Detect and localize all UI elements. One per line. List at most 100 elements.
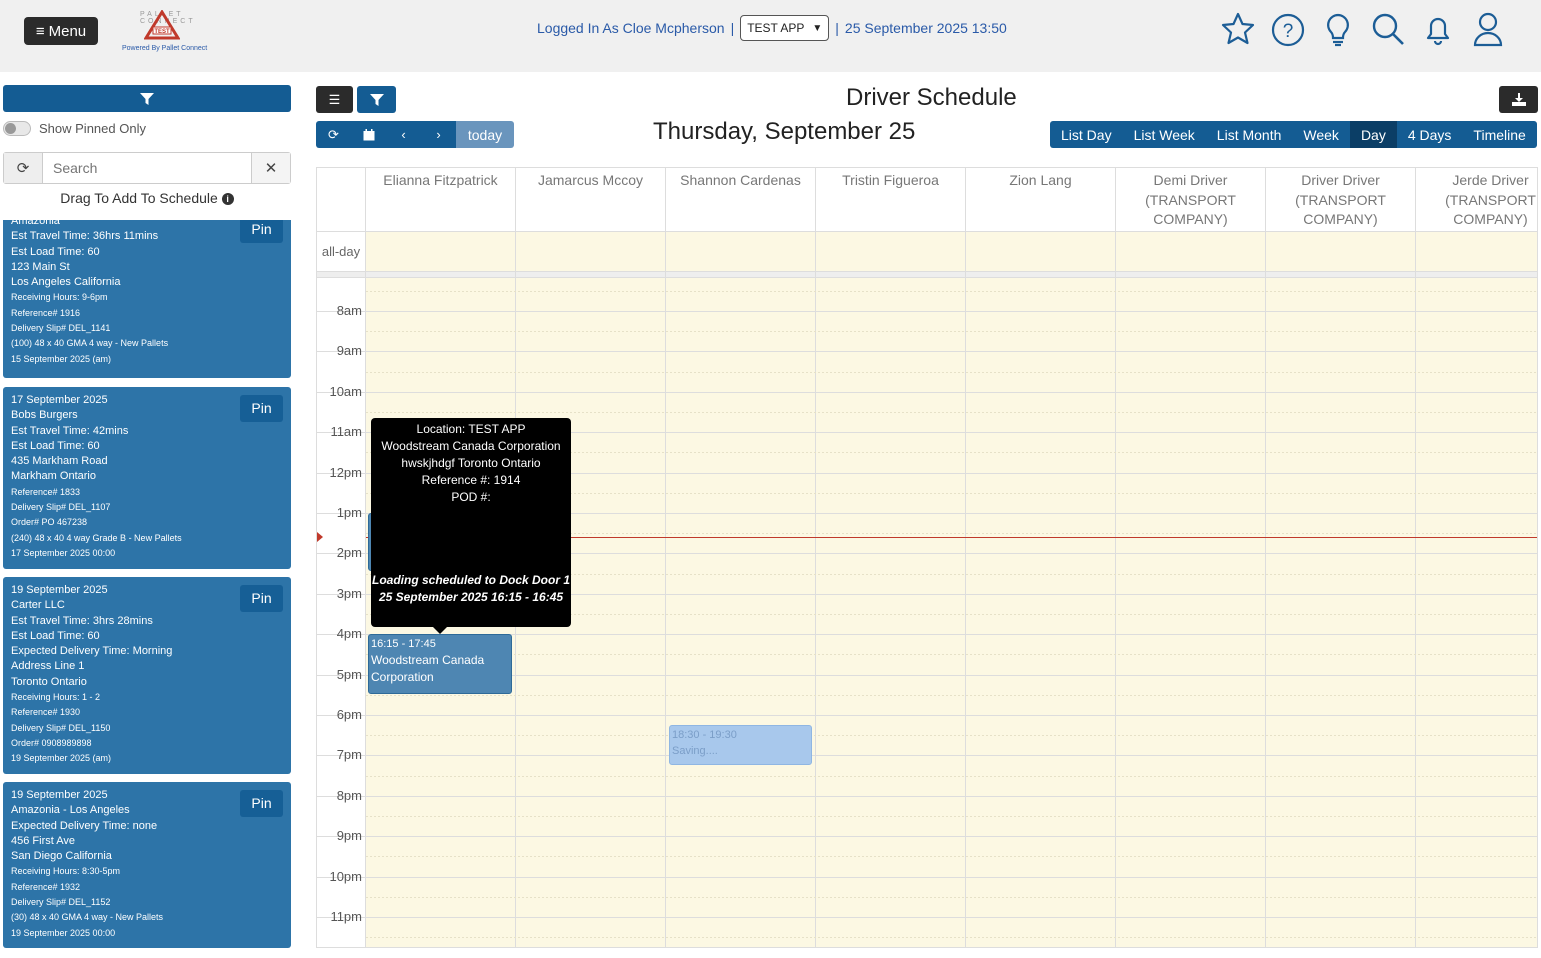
view-switcher: List Day List Week List Month Week Day 4 Days… [1050,121,1537,148]
slot-line [317,836,1537,837]
card-line: Est Load Time: 60 [11,629,100,642]
view-4-days[interactable]: 4 Days [1396,121,1463,148]
card-line: Reference# 1932 [11,881,81,892]
card-line: Expected Delivery Time: none [11,819,158,832]
logo[interactable]: PALLET CONNECT TEST Powered By Pallet Co… [118,8,208,58]
next-button[interactable]: › [421,121,456,148]
search-icon[interactable] [1370,10,1406,48]
view-list-day[interactable]: List Day [1050,121,1123,148]
menu-button[interactable]: ≡ Menu [24,17,98,45]
driver-name-line: (TRANSPORT [1295,191,1386,208]
driver-name-line: (TRANSPORT [1145,191,1236,208]
download-button[interactable] [1499,86,1538,113]
event-title: Woodstream Canada Corporation [371,653,485,684]
pin-button[interactable]: Pin [240,790,283,817]
view-day[interactable]: Day [1349,121,1397,148]
slot-line [317,351,1537,352]
slot-line [366,695,1537,696]
card-line: (100) 48 x 40 GMA 4 way - New Pallets [11,338,169,349]
info-icon[interactable]: i [221,193,234,206]
order-card[interactable]: 19 September 2025 Amazonia - Los Angeles E… [3,782,291,948]
card-line: Address Line 1 [11,660,85,673]
refresh-icon[interactable]: ⟳ [4,153,42,183]
card-line: Delivery Slip# DEL_1141 [11,323,111,334]
calendar-glyph [363,128,374,140]
event-time: 16:15 - 17:45 [371,638,436,650]
drag-hint-text: Drag To Add To Schedule [60,190,218,206]
lightbulb-icon[interactable] [1320,10,1356,48]
driver-column-header: Jerde Driver (TRANSPORT COMPANY) [1416,168,1537,232]
card-line: Order# 0908989898 [11,737,92,748]
time-label: 1pm [336,505,362,520]
event-woodstream[interactable]: 16:15 - 17:45 Woodstream Canada Corporat… [368,634,512,694]
driver-name-line: (TRANSPORT [1445,191,1536,208]
driver-name-line: Shannon Cardenas [680,172,801,188]
event-saving[interactable]: 18:30 - 19:30 Saving.... [669,725,812,765]
slot-line [366,776,1537,777]
tooltip-address: hwskjhdgf Toronto Ontario [401,456,541,470]
driver-name-line: Demi Driver [1153,172,1228,188]
tooltip-company: Woodstream Canada Corporation [381,439,561,453]
refresh-icon[interactable]: ⟳ [316,121,351,148]
corner-cell [317,168,366,232]
tooltip-pod: POD #: [451,490,491,504]
clear-icon[interactable]: ✕ [252,153,290,183]
logo-badge: TEST [154,29,170,35]
slot-line [366,816,1537,817]
user-icon[interactable] [1470,10,1506,48]
time-label: 11pm [330,909,362,924]
view-timeline[interactable]: Timeline [1462,121,1537,148]
card-line: Los Angeles California [11,276,121,289]
search-input[interactable] [42,153,252,183]
driver-column-header: Shannon Cardenas [666,168,816,232]
logged-in-text: Logged In As Cloe Mcpherson [537,20,725,36]
now-indicator-arrow [317,532,323,542]
view-list-month[interactable]: List Month [1205,121,1293,148]
show-pinned-toggle[interactable] [3,121,31,136]
time-label: 6pm [336,707,362,722]
card-line: (30) 48 x 40 GMA 4 way - New Pallets [11,912,164,923]
pin-button[interactable]: Pin [240,395,283,422]
today-button[interactable]: today [456,121,514,148]
column-divider [1115,232,1116,947]
driver-column-header: Tristin Figueroa [816,168,966,232]
card-line: Delivery Slip# DEL_1152 [11,897,111,908]
top-bar: ≡ Menu PALLET CONNECT TEST Powered By Pa… [0,0,1541,72]
calendar-filter-button[interactable] [357,86,396,113]
list-toggle-button[interactable]: ☰ [316,86,353,113]
order-card[interactable]: 19 September 2025 Carter LLC Est Travel Ti… [3,577,291,774]
hamburger-icon: ≡ [35,22,45,40]
help-icon[interactable]: ? [1270,10,1306,48]
view-list-week[interactable]: List Week [1122,121,1206,148]
sidebar-filter-button[interactable] [3,85,291,112]
calendar-icon[interactable] [351,121,386,148]
pin-button[interactable]: Pin [240,220,283,243]
time-label: 11am [330,424,362,439]
card-line: Est Load Time: 60 [11,245,100,258]
app-select[interactable]: TEST APP ▼ [740,15,830,41]
card-line: Receiving Hours: 9-6pm [11,292,108,303]
filter-icon [140,92,154,105]
allday-label: all-day [317,232,366,272]
hamburger-icon: ☰ [328,91,341,107]
card-line: San Diego California [11,850,112,863]
chevron-down-icon: ▼ [812,22,823,34]
pin-button[interactable]: Pin [240,585,283,612]
order-card[interactable]: 17 September 2025 Bobs Burgers Est Travel … [3,387,291,569]
slot-line [366,897,1537,898]
order-card[interactable]: Amazonia Est Travel Time: 36hrs 11mins Est… [3,220,291,378]
download-icon [1511,93,1526,106]
prev-button[interactable]: ‹ [386,121,421,148]
view-week[interactable]: Week [1292,121,1350,148]
slot-line [366,372,1537,373]
bell-icon[interactable] [1420,10,1456,48]
logo-triangle-icon: TEST [144,10,180,40]
allday-row[interactable] [366,232,1537,272]
show-pinned-label: Show Pinned Only [39,121,146,136]
time-label: 8pm [336,788,362,803]
driver-column-header: Demi Driver (TRANSPORT COMPANY) [1116,168,1266,232]
powered-by: Powered By Pallet Connect [122,45,208,52]
time-label: 8am [336,303,362,318]
star-icon[interactable] [1220,10,1256,48]
driver-name-line: Zion Lang [1009,172,1072,188]
